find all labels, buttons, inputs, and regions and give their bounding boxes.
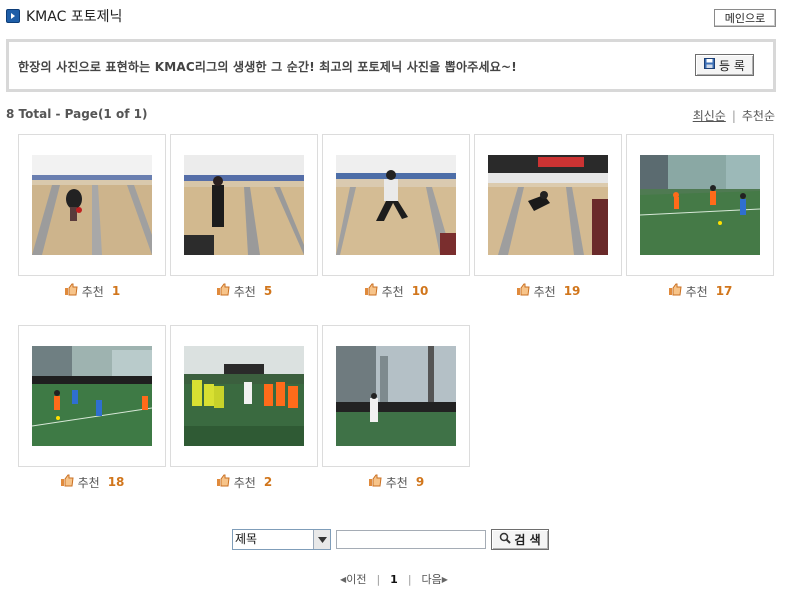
recommend-counter[interactable]: 추천 1: [18, 283, 166, 299]
search-button[interactable]: 검 색: [491, 529, 549, 550]
page-header: KMAC 포토제닉: [6, 6, 122, 26]
search-button-label: 검 색: [514, 533, 541, 547]
recommend-counter[interactable]: 추천 17: [626, 283, 774, 299]
photo-card[interactable]: [170, 134, 318, 276]
recommend-label: 추천: [533, 284, 556, 299]
recommend-count: 2: [263, 475, 273, 489]
recommend-label: 추천: [685, 284, 708, 299]
chevron-down-icon[interactable]: [313, 530, 330, 549]
thumbs-up-icon: [64, 283, 78, 299]
notice-box: 한장의 사진으로 표현하는 KMAC리그의 생생한 그 순간! 최고의 포토제닉…: [6, 39, 776, 92]
magnifier-icon: [499, 532, 512, 547]
floppy-disk-icon: [704, 58, 716, 72]
pager-next-link[interactable]: 다음: [422, 571, 442, 587]
recommend-counter[interactable]: 추천 2: [170, 474, 318, 490]
recommend-count: 17: [715, 284, 733, 298]
photo-card[interactable]: [626, 134, 774, 276]
sort-options: 최신순 | 추천순: [693, 107, 775, 124]
recommend-counter[interactable]: 추천 10: [322, 283, 470, 299]
photo-card[interactable]: [18, 325, 166, 467]
thumbs-up-icon: [216, 283, 230, 299]
recommend-counter[interactable]: 추천 19: [474, 283, 622, 299]
sort-latest-link[interactable]: 최신순: [693, 107, 726, 124]
search-bar: 제목 검 색: [232, 529, 549, 550]
recommend-counter[interactable]: 추천 18: [18, 474, 166, 490]
search-field-selected: 제목: [235, 532, 258, 546]
pagination: ◀ 이전 | 1 | 다음 ▶: [0, 571, 788, 587]
thumbs-up-icon: [516, 283, 530, 299]
pager-current-page[interactable]: 1: [390, 573, 398, 586]
photo-thumbnail-futsal[interactable]: [336, 346, 456, 446]
recommend-count: 5: [263, 284, 273, 298]
pager-separator: |: [407, 572, 412, 586]
recommend-count: 18: [107, 475, 125, 489]
pager-prev-link[interactable]: 이전: [346, 571, 366, 587]
search-field-select[interactable]: 제목: [232, 529, 331, 550]
arrow-right-icon: [6, 9, 20, 23]
recommend-count: 10: [411, 284, 429, 298]
page-title: KMAC 포토제닉: [26, 9, 123, 25]
recommend-label: 추천: [77, 475, 100, 490]
thumbs-up-icon: [364, 283, 378, 299]
register-button[interactable]: 등 록: [695, 54, 754, 76]
photo-thumbnail-futsal[interactable]: [640, 155, 760, 255]
sort-recommended-link[interactable]: 추천순: [742, 107, 775, 124]
recommend-counter[interactable]: 추천 9: [322, 474, 470, 490]
recommend-label: 추천: [233, 284, 256, 299]
recommend-count: 19: [563, 284, 581, 298]
recommend-label: 추천: [381, 284, 404, 299]
thumbs-up-icon: [216, 474, 230, 490]
photo-thumbnail-futsal[interactable]: [32, 346, 152, 446]
photo-thumbnail-futsal[interactable]: [184, 346, 304, 446]
recommend-count: 9: [415, 475, 425, 489]
thumbs-up-icon: [60, 474, 74, 490]
photo-card[interactable]: [18, 134, 166, 276]
photo-card[interactable]: [474, 134, 622, 276]
photo-card[interactable]: [322, 325, 470, 467]
recommend-count: 1: [111, 284, 121, 298]
search-input[interactable]: [336, 530, 486, 549]
recommend-counter[interactable]: 추천 5: [170, 283, 318, 299]
photo-thumbnail-bowling[interactable]: [184, 155, 304, 255]
recommend-label: 추천: [233, 475, 256, 490]
recommend-label: 추천: [81, 284, 104, 299]
register-button-label: 등 록: [719, 58, 745, 73]
recommend-label: 추천: [385, 475, 408, 490]
photo-thumbnail-bowling[interactable]: [488, 155, 608, 255]
photo-thumbnail-bowling[interactable]: [336, 155, 456, 255]
pager-separator: |: [376, 572, 381, 586]
photo-card[interactable]: [322, 134, 470, 276]
notice-text: 한장의 사진으로 표현하는 KMAC리그의 생생한 그 순간! 최고의 포토제닉…: [18, 60, 517, 74]
total-count: 8 Total - Page(1 of 1): [6, 107, 148, 121]
thumbs-up-icon: [368, 474, 382, 490]
main-page-button[interactable]: 메인으로: [714, 9, 776, 27]
photo-thumbnail-bowling[interactable]: [32, 155, 152, 255]
photo-card[interactable]: [170, 325, 318, 467]
triangle-right-icon: ▶: [441, 574, 448, 584]
sort-separator: |: [731, 108, 736, 123]
thumbs-up-icon: [668, 283, 682, 299]
